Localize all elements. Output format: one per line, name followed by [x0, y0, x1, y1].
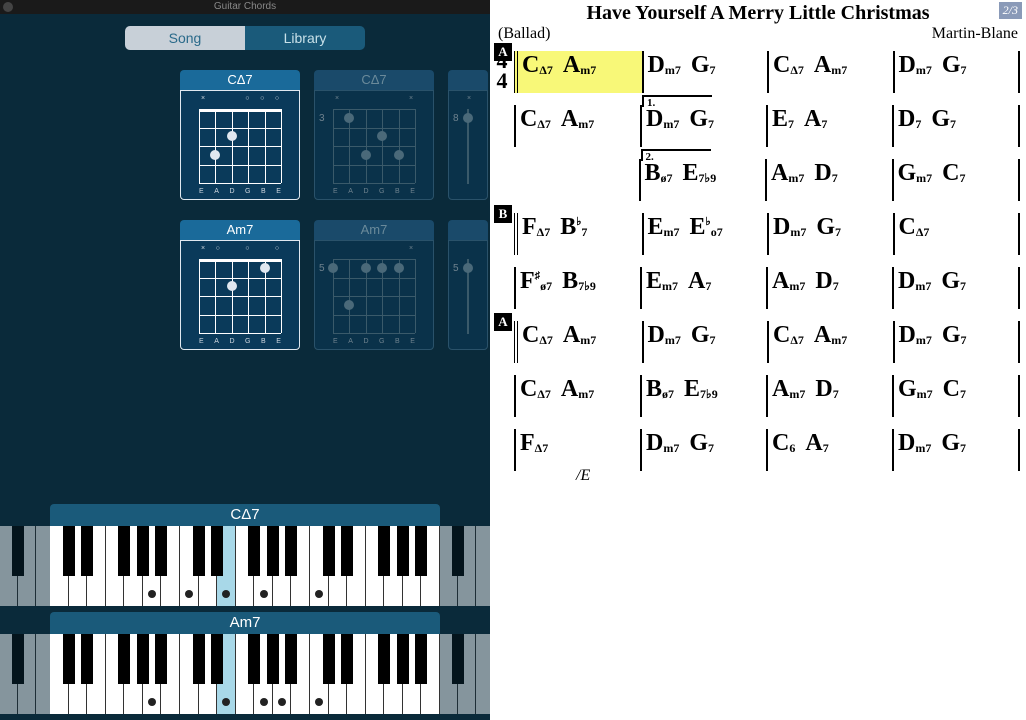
piano-card[interactable]: Am7	[0, 612, 490, 714]
bar[interactable]: E7A7	[766, 105, 892, 147]
fretboard: ×○○○ EADGBE	[180, 90, 300, 200]
chord-label: CΔ7	[180, 70, 300, 90]
tab-song[interactable]: Song	[125, 26, 245, 50]
bar[interactable]: Dm7G7	[892, 429, 1020, 471]
bar[interactable]: Am7D7	[766, 375, 892, 417]
bar[interactable]: F♯ø7B7♭9	[514, 267, 640, 309]
bar[interactable]: Am7D7	[766, 267, 892, 309]
bar[interactable]: 2.Bø7E7♭9	[639, 159, 766, 201]
bar[interactable]: Dm7G7	[767, 213, 893, 255]
bar[interactable]: CΔ7Am7	[514, 51, 642, 93]
sheet-panel[interactable]: 2/3 Have Yourself A Merry Little Christm…	[490, 0, 1026, 720]
bar[interactable]: Gm7C7	[892, 375, 1020, 417]
bar[interactable]: Bø7E7♭9	[640, 375, 766, 417]
tab-group: Song Library	[125, 26, 365, 50]
guitar-row: Am7 ×○○○ EADGBE Am7 5 ×	[0, 220, 490, 350]
song-title: Have Yourself A Merry Little Christmas	[498, 2, 1018, 25]
tab-library[interactable]: Library	[245, 26, 365, 50]
piano-card[interactable]: CΔ7	[0, 504, 490, 606]
app-title: Guitar Chords	[214, 1, 276, 12]
piano-side	[0, 634, 50, 714]
fretboard: 5	[448, 240, 488, 350]
piano-label: CΔ7	[50, 504, 440, 526]
chord-label: Am7	[314, 220, 434, 240]
bar[interactable]: Dm7G7	[893, 321, 1021, 363]
bar[interactable]: CΔ7	[893, 213, 1021, 255]
piano-keys	[50, 634, 440, 714]
guitar-chord-rows: CΔ7 ×○○○ EADGBE CΔ7 3 ××	[0, 50, 490, 350]
bar[interactable]: 1.Dm7G7	[640, 105, 766, 147]
bar[interactable]: Dm7G7	[893, 51, 1021, 93]
piano-section: CΔ7 Am7	[0, 498, 490, 720]
chord-label: CΔ7	[314, 70, 434, 90]
guitar-card-main[interactable]: Am7 ×○○○ EADGBE	[180, 220, 300, 350]
bar[interactable]: CΔ7Am7	[514, 375, 640, 417]
title-bar: Guitar Chords	[0, 0, 490, 14]
piano-side	[0, 526, 50, 606]
bar[interactable]: Em7E♭o7	[642, 213, 768, 255]
sheet-body: A44CΔ7Am7Dm7G7CΔ7Am7Dm7G7CΔ7Am71.Dm7G7E7…	[490, 43, 1026, 471]
sheet-header: 2/3 Have Yourself A Merry Little Christm…	[490, 0, 1026, 43]
guitar-card-alt[interactable]: Am7 5 × EADGBE	[314, 220, 434, 350]
piano-side	[440, 634, 490, 714]
bar[interactable]: C6A7	[766, 429, 892, 471]
chord-label	[448, 70, 488, 90]
bar[interactable]: /EFΔ7	[514, 429, 640, 471]
bar[interactable]: CΔ7Am7	[767, 321, 893, 363]
fretboard: ×○○○ EADGBE	[180, 240, 300, 350]
guitar-card-alt[interactable]: 5	[448, 220, 488, 350]
bar[interactable]: CΔ7Am7	[514, 105, 640, 147]
fretboard: 5 × EADGBE	[314, 240, 434, 350]
piano-side	[440, 526, 490, 606]
chord-panel: Guitar Chords Song Library CΔ7 ×○○○ EADG…	[0, 0, 490, 720]
bar[interactable]	[514, 159, 639, 201]
composer: Martin-Blane	[498, 25, 1018, 43]
chord-label	[448, 220, 488, 240]
bar[interactable]: CΔ7Am7	[514, 321, 642, 363]
piano-label: Am7	[50, 612, 440, 634]
close-icon[interactable]	[3, 2, 13, 12]
guitar-card-main[interactable]: CΔ7 ×○○○ EADGBE	[180, 70, 300, 200]
bar[interactable]: CΔ7Am7	[767, 51, 893, 93]
bar[interactable]: Dm7G7	[642, 321, 768, 363]
piano-keys	[50, 526, 440, 606]
bar[interactable]: Em7A7	[640, 267, 766, 309]
bar[interactable]: Gm7C7	[892, 159, 1021, 201]
bar[interactable]: Am7D7	[765, 159, 892, 201]
chord-label: Am7	[180, 220, 300, 240]
guitar-row: CΔ7 ×○○○ EADGBE CΔ7 3 ××	[0, 70, 490, 200]
bar[interactable]: Dm7G7	[642, 51, 768, 93]
guitar-card-alt[interactable]: CΔ7 3 ×× EADGBE	[314, 70, 434, 200]
bar[interactable]: Dm7G7	[640, 429, 766, 471]
page-badge: 2/3	[999, 2, 1022, 19]
bar[interactable]: D7G7	[892, 105, 1020, 147]
fretboard: 8 ×	[448, 90, 488, 200]
fretboard: 3 ×× EADGBE	[314, 90, 434, 200]
guitar-card-alt[interactable]: 8 ×	[448, 70, 488, 200]
bar[interactable]: FΔ7B♭7	[514, 213, 642, 255]
bar[interactable]: Dm7G7	[892, 267, 1020, 309]
